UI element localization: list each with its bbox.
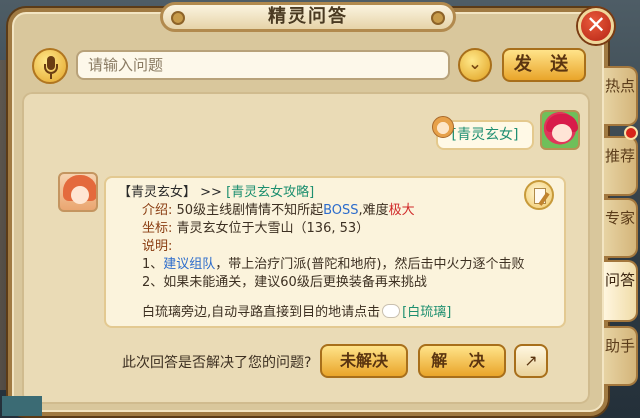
answer-speaker: 【青灵玄女】 <box>118 185 197 200</box>
history-dropdown-button[interactable]: ⌄ <box>458 48 492 82</box>
share-icon: ↗ <box>524 351 538 370</box>
step-2: 2、如果未能通关，建议60级后更换装备再来挑战 <box>142 275 427 290</box>
notification-dot <box>624 126 638 140</box>
chevron-down-icon: ⌄ <box>468 54 482 73</box>
tab-helper[interactable]: 助手 <box>604 326 638 386</box>
step-1-prefix: 1、 <box>142 257 164 272</box>
avatar-face <box>552 124 572 142</box>
npc-hint-text: 白琉璃旁边,自动寻路直接到目的地请点击 <box>142 305 381 320</box>
tab-hot[interactable]: 热点 <box>604 66 638 126</box>
unsolved-button[interactable]: 未解决 <box>320 344 408 378</box>
note-label: 说明: <box>142 239 173 254</box>
intro-line: 介绍: 50级主线剧情情不知所起BOSS,难度极大 <box>142 202 415 220</box>
intro-text: 50级主线剧情情不知所起 <box>176 203 324 218</box>
npc-face <box>71 186 89 204</box>
team-up-link[interactable]: 建议组队 <box>163 257 215 272</box>
npc-avatar <box>58 172 98 212</box>
step-1-text: ，带上治疗门派(普陀和地府)，然后击中火力逐个击败 <box>215 257 525 272</box>
voice-input-button[interactable] <box>32 48 68 84</box>
npc-hint-line: 白琉璃旁边,自动寻路直接到目的地请点击 [白琉璃] <box>142 304 451 322</box>
dialog-title: 精灵问答 <box>268 6 348 27</box>
step-1: 1、建议组队，带上治疗门派(普陀和地府)，然后击中火力逐个击败 <box>142 256 524 274</box>
intro-mid: ,难度 <box>358 203 389 218</box>
coord-line: 坐标: 青灵玄女位于大雪山（136, 53） <box>142 220 369 238</box>
coord-label: 坐标: <box>142 221 173 236</box>
note-pen-icon[interactable] <box>524 180 554 210</box>
answer-card: 【青灵玄女】 >> [青灵玄女攻略] 介绍: 50级主线剧情情不知所起BOSS,… <box>104 176 566 328</box>
microphone-base <box>50 74 52 79</box>
close-button[interactable]: ✕ <box>578 8 614 44</box>
send-button[interactable]: 发 送 <box>502 48 586 82</box>
solved-button[interactable]: 解 决 <box>418 344 506 378</box>
close-icon: ✕ <box>585 11 607 39</box>
monkey-icon <box>432 116 454 138</box>
sheep-icon <box>382 304 401 318</box>
share-button[interactable]: ↗ <box>514 344 548 378</box>
coord-text: 青灵玄女位于大雪山（136, 53） <box>176 221 370 236</box>
tab-qa[interactable]: 问答 <box>604 260 638 322</box>
title-ornament-right <box>433 13 443 23</box>
npc-link[interactable]: [白琉璃] <box>402 305 451 320</box>
note-line: 说明: <box>142 238 172 256</box>
feedback-question: 此次回答是否解决了您的问题? <box>122 355 312 371</box>
title-ornament-left <box>173 13 183 23</box>
tab-recommend[interactable]: 推荐 <box>604 136 638 196</box>
question-input[interactable]: 请输入问题 <box>76 50 450 80</box>
microphone-stand <box>44 64 58 74</box>
guide-link[interactable]: [青灵玄女攻略] <box>226 185 314 200</box>
answer-arrow: >> <box>200 185 222 200</box>
intro-boss: BOSS <box>323 203 359 218</box>
tab-expert[interactable]: 专家 <box>604 198 638 258</box>
background-strip <box>2 396 42 416</box>
intro-label: 介绍: <box>142 203 173 218</box>
difficulty-value: 极大 <box>388 203 415 218</box>
user-avatar <box>540 110 580 150</box>
answer-header: 【青灵玄女】 >> [青灵玄女攻略] <box>118 184 314 202</box>
title-bar: 精灵问答 <box>160 2 456 32</box>
